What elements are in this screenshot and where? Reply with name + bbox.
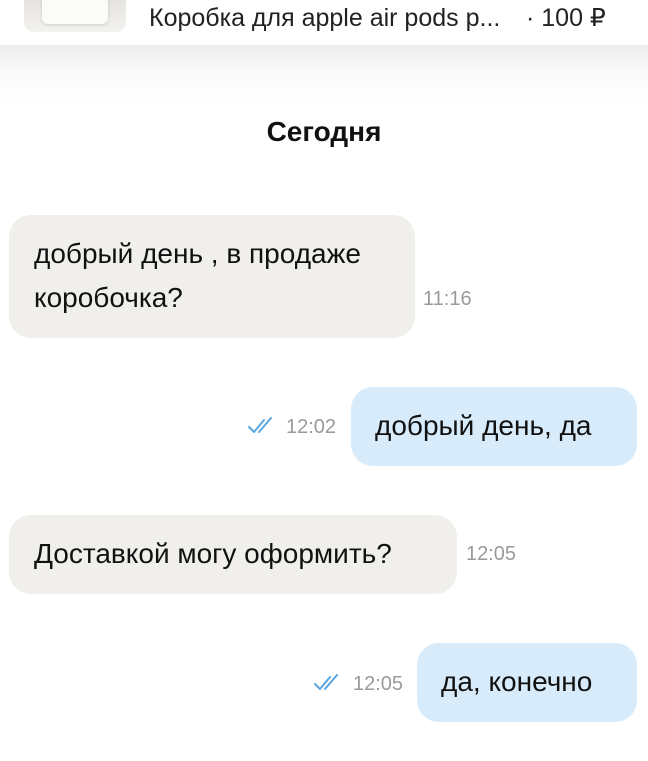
message-time: 11:16 [423,288,472,310]
message-bubble-outgoing[interactable]: да, конечно [417,643,637,722]
message-time: 12:05 [353,673,404,695]
message-time: 12:05 [466,543,517,565]
product-price: · 100 ₽ [526,4,606,32]
product-title[interactable]: Коробка для apple air pods р... [149,3,500,33]
message-text: Доставкой могу оформить? [34,538,392,569]
product-image [42,0,108,24]
message-text: добрый день , в продаже коробочка? [34,238,361,313]
double-check-icon [248,417,272,433]
header-shadow [0,45,648,105]
message-text: да, конечно [441,666,593,697]
message-text: добрый день, да [375,410,592,441]
message-time: 12:02 [286,416,337,438]
date-divider: Сегодня [266,116,382,147]
message-bubble-incoming[interactable]: Доставкой могу оформить? [9,515,457,594]
double-check-icon [314,674,338,690]
chat-screen: Коробка для apple air pods р... · 100 ₽ … [0,0,648,761]
message-bubble-incoming[interactable]: добрый день , в продаже коробочка? [9,215,415,338]
message-bubble-outgoing[interactable]: добрый день, да [351,387,637,466]
product-thumbnail[interactable] [24,0,126,32]
product-header[interactable]: Коробка для apple air pods р... · 100 ₽ [0,0,648,45]
